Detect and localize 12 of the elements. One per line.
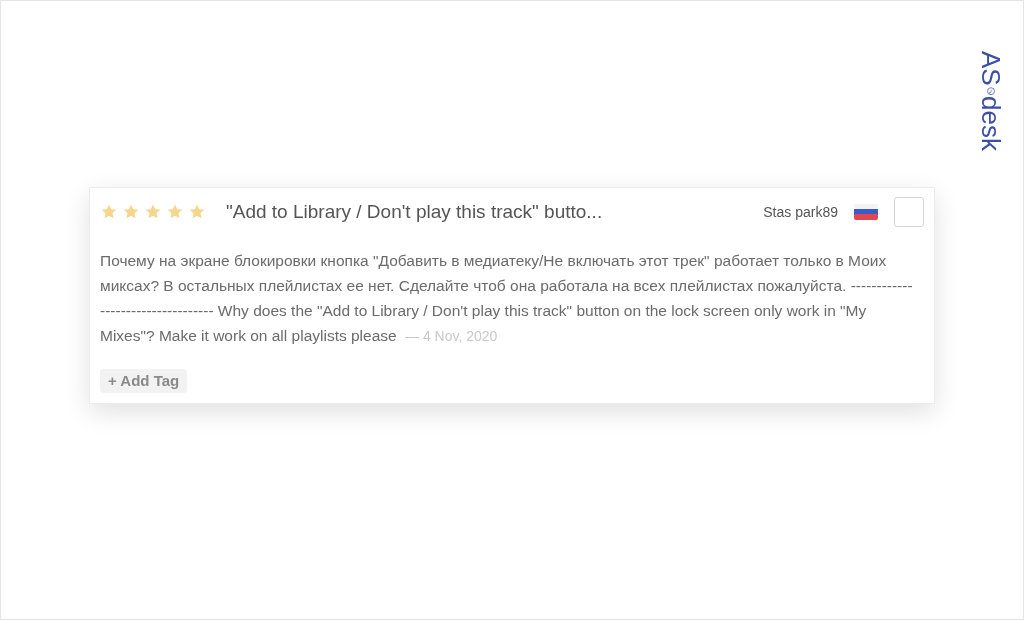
star-icon bbox=[122, 203, 140, 221]
add-tag-button[interactable]: + Add Tag bbox=[100, 369, 188, 393]
select-checkbox[interactable] bbox=[894, 197, 924, 227]
logo-text: desk bbox=[978, 96, 1004, 151]
author-name: Stas park89 bbox=[763, 202, 838, 222]
logo-text: AS bbox=[978, 51, 1004, 86]
flag-icon bbox=[854, 204, 878, 220]
star-icon bbox=[144, 203, 162, 221]
review-title: "Add to Library / Don't play this track" butto... bbox=[226, 199, 603, 224]
star-icon bbox=[166, 203, 184, 221]
star-icon bbox=[188, 203, 206, 221]
star-icon bbox=[100, 203, 118, 221]
